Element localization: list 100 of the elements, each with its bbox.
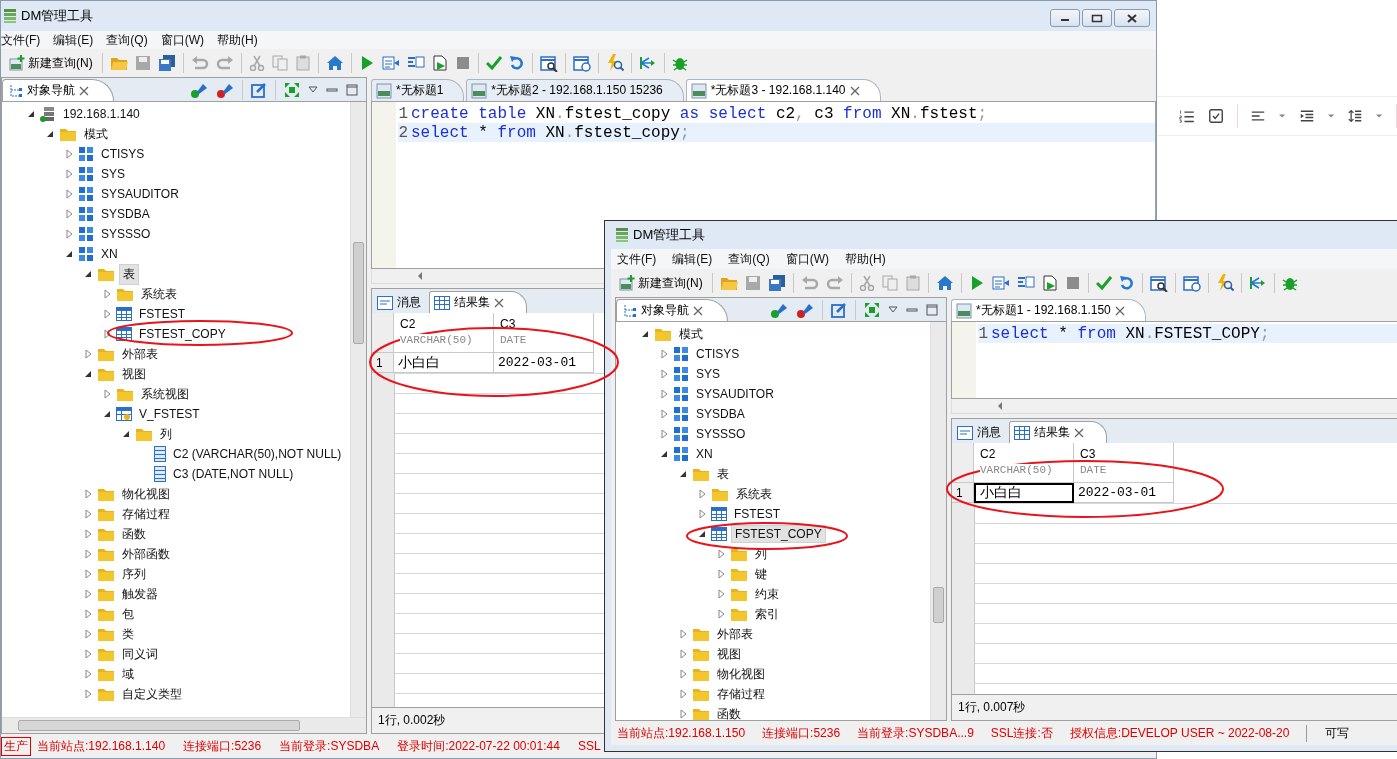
expand-arrow[interactable] — [659, 449, 669, 459]
tree-item[interactable]: V_FSTEST — [136, 406, 203, 422]
tree-item[interactable]: FSTEST — [731, 506, 783, 522]
menu-item[interactable]: 帮助(H) — [217, 31, 258, 49]
tree-item[interactable]: SYSSSO — [693, 426, 749, 442]
caret-icon[interactable] — [1279, 113, 1286, 119]
menu-item[interactable]: 查询(Q) — [106, 31, 148, 49]
menu-item[interactable]: 编辑(E) — [53, 31, 94, 49]
tree-item[interactable]: 表 — [714, 464, 732, 484]
tree-item[interactable]: 同义词 — [119, 644, 161, 664]
rotate-arrow-icon[interactable] — [1118, 275, 1135, 291]
new-query-button[interactable]: 新建查询(N) — [7, 52, 95, 74]
menu-item[interactable]: 帮助(H) — [845, 250, 886, 268]
scrollbar[interactable] — [2, 717, 366, 733]
navigator-tab[interactable]: 对象导航 — [616, 299, 728, 321]
menu-item[interactable]: 文件(F) — [617, 250, 657, 268]
stop-icon[interactable] — [1064, 275, 1081, 291]
maximize-icon[interactable] — [926, 304, 938, 316]
minimize-button[interactable] — [1050, 9, 1080, 27]
calendar-clock-icon[interactable] — [572, 54, 591, 72]
save-all-icon[interactable] — [157, 55, 176, 71]
paste-icon[interactable] — [904, 275, 921, 291]
save-icon[interactable] — [134, 55, 151, 71]
checkmark-icon[interactable] — [1095, 275, 1112, 291]
expand-arrows-icon[interactable] — [864, 302, 880, 318]
editor-tab[interactable]: *无标题2 - 192.168.1.150 15236 — [466, 79, 684, 101]
tree-item[interactable]: 视图 — [119, 364, 149, 384]
close-icon[interactable] — [79, 85, 89, 96]
minimize-icon[interactable] — [326, 86, 338, 94]
tree-item[interactable]: 索引 — [752, 604, 782, 624]
column-header[interactable]: C3 DATE — [1074, 443, 1174, 483]
save-icon[interactable] — [744, 275, 761, 291]
tree-item[interactable]: 外部表 — [714, 624, 756, 644]
close-icon[interactable] — [1074, 427, 1084, 438]
menu-item[interactable]: 查询(Q) — [728, 250, 770, 268]
result-tab[interactable]: 结果集 — [429, 291, 527, 313]
plug-connect-icon[interactable] — [770, 301, 788, 319]
result-tab[interactable]: 消息 — [372, 291, 428, 313]
checkmark-icon[interactable] — [485, 55, 502, 71]
tree-item[interactable]: 视图 — [714, 644, 744, 664]
expand-arrow[interactable] — [102, 409, 112, 419]
close-icon[interactable] — [1114, 305, 1125, 316]
view-menu-icon[interactable] — [308, 86, 318, 94]
menu-item[interactable]: 窗口(W) — [160, 31, 204, 49]
folder-icon[interactable] — [719, 275, 738, 291]
tree-item[interactable]: FSTEST — [136, 306, 188, 322]
plug-disconnect-icon[interactable] — [796, 301, 814, 319]
tree-item[interactable]: 192.168.1.140 — [60, 106, 143, 122]
scrollbar[interactable] — [930, 322, 946, 720]
scroll-left-arrow-icon[interactable] — [416, 271, 424, 281]
result-tab[interactable]: 结果集 — [1009, 421, 1107, 443]
table-cell[interactable]: 2022-03-01 — [1074, 483, 1174, 503]
caret-icon[interactable] — [1375, 113, 1383, 119]
tree-item[interactable]: SYS — [693, 366, 723, 382]
result-tab[interactable]: 消息 — [952, 421, 1008, 443]
close-icon[interactable] — [494, 297, 504, 308]
tree-item[interactable]: FSTEST_COPY — [731, 525, 826, 543]
close-icon[interactable] — [693, 305, 703, 316]
tree-item[interactable]: CTISYS — [693, 346, 743, 362]
checkbox-icon[interactable] — [1208, 107, 1223, 125]
menu-item[interactable]: 编辑(E) — [672, 250, 713, 268]
bug-icon[interactable] — [671, 55, 688, 71]
table-cell[interactable]: 2022-03-01 — [494, 353, 594, 373]
align-icon[interactable] — [1251, 108, 1266, 124]
tree-item[interactable]: 自定义类型 — [119, 684, 185, 704]
run-script-icon[interactable] — [1041, 275, 1058, 291]
tree-item[interactable]: SYS — [98, 166, 128, 182]
tree-item[interactable]: FSTEST_COPY — [136, 326, 229, 342]
tree-item[interactable]: 存储过程 — [119, 504, 173, 524]
expand-arrow[interactable] — [697, 529, 707, 539]
expand-arrow[interactable] — [64, 249, 74, 259]
expand-arrow[interactable] — [121, 429, 131, 439]
expand-arrow[interactable] — [45, 129, 55, 139]
view-menu-icon[interactable] — [888, 306, 898, 314]
tree-item[interactable]: 域 — [119, 664, 137, 684]
column-header[interactable]: C2 VARCHAR(50) — [394, 313, 494, 353]
close-icon[interactable] — [849, 85, 860, 96]
tree-item[interactable]: 类 — [119, 624, 137, 644]
expand-arrow[interactable] — [83, 369, 93, 379]
branch-arrows-icon[interactable] — [638, 55, 657, 71]
expand-arrow[interactable] — [640, 329, 650, 339]
close-button[interactable] — [1114, 9, 1150, 27]
edit-icon[interactable] — [251, 82, 267, 98]
expand-arrow[interactable] — [83, 269, 93, 279]
paste-icon[interactable] — [294, 55, 311, 71]
editor-tab[interactable]: *无标题3 - 192.168.1.140 — [685, 79, 881, 101]
redo-icon[interactable] — [215, 55, 234, 71]
explain-icon[interactable] — [406, 55, 425, 71]
explain-icon[interactable] — [1016, 275, 1035, 291]
home-icon[interactable] — [325, 55, 344, 71]
calendar-search-icon[interactable] — [539, 54, 558, 72]
run-line-icon[interactable] — [991, 275, 1010, 291]
scissors-icon[interactable] — [248, 55, 265, 71]
tree-item[interactable]: SYSAUDITOR — [98, 186, 182, 202]
tree-item[interactable]: 模式 — [81, 124, 111, 144]
expand-arrow[interactable] — [26, 109, 36, 119]
tree-item[interactable]: 列 — [752, 544, 770, 564]
tree-item[interactable]: C3 (DATE,NOT NULL) — [170, 466, 297, 482]
run-line-icon[interactable] — [381, 55, 400, 71]
column-header[interactable]: C2 VARCHAR(50) — [974, 443, 1074, 483]
